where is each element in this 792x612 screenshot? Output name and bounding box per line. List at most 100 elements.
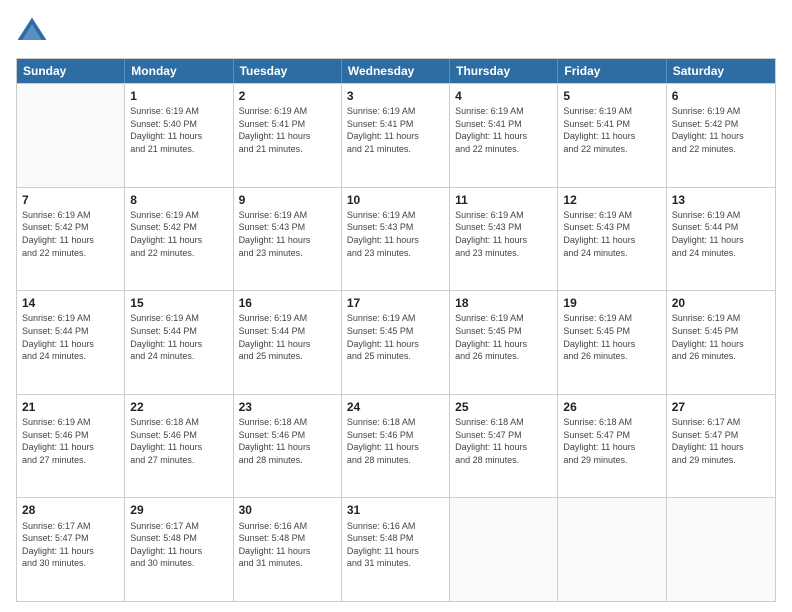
cell-info: Sunrise: 6:19 AMSunset: 5:46 PMDaylight:… <box>22 416 119 466</box>
calendar-cell <box>17 84 125 187</box>
calendar-cell: 20Sunrise: 6:19 AMSunset: 5:45 PMDayligh… <box>667 291 775 394</box>
cell-info: Sunrise: 6:19 AMSunset: 5:44 PMDaylight:… <box>672 209 770 259</box>
day-number: 3 <box>347 88 444 104</box>
calendar-body: 1Sunrise: 6:19 AMSunset: 5:40 PMDaylight… <box>17 83 775 601</box>
calendar-cell: 13Sunrise: 6:19 AMSunset: 5:44 PMDayligh… <box>667 188 775 291</box>
cell-info: Sunrise: 6:18 AMSunset: 5:46 PMDaylight:… <box>239 416 336 466</box>
calendar-cell <box>450 498 558 601</box>
day-number: 30 <box>239 502 336 518</box>
header-cell-monday: Monday <box>125 59 233 83</box>
calendar-cell: 3Sunrise: 6:19 AMSunset: 5:41 PMDaylight… <box>342 84 450 187</box>
calendar-row-3: 14Sunrise: 6:19 AMSunset: 5:44 PMDayligh… <box>17 290 775 394</box>
day-number: 14 <box>22 295 119 311</box>
calendar-cell: 8Sunrise: 6:19 AMSunset: 5:42 PMDaylight… <box>125 188 233 291</box>
day-number: 7 <box>22 192 119 208</box>
day-number: 26 <box>563 399 660 415</box>
cell-info: Sunrise: 6:19 AMSunset: 5:44 PMDaylight:… <box>22 312 119 362</box>
cell-info: Sunrise: 6:17 AMSunset: 5:48 PMDaylight:… <box>130 520 227 570</box>
day-number: 31 <box>347 502 444 518</box>
calendar-cell: 28Sunrise: 6:17 AMSunset: 5:47 PMDayligh… <box>17 498 125 601</box>
calendar-cell: 22Sunrise: 6:18 AMSunset: 5:46 PMDayligh… <box>125 395 233 498</box>
cell-info: Sunrise: 6:19 AMSunset: 5:41 PMDaylight:… <box>563 105 660 155</box>
day-number: 18 <box>455 295 552 311</box>
cell-info: Sunrise: 6:19 AMSunset: 5:45 PMDaylight:… <box>563 312 660 362</box>
calendar-cell: 29 Sunrise: 6:17 AMSunset: 5:48 PMDayligh… <box>125 498 233 601</box>
day-number: 24 <box>347 399 444 415</box>
calendar-row-1: 1Sunrise: 6:19 AMSunset: 5:40 PMDaylight… <box>17 83 775 187</box>
calendar-cell: 19Sunrise: 6:19 AMSunset: 5:45 PMDayligh… <box>558 291 666 394</box>
cell-info: Sunrise: 6:19 AMSunset: 5:44 PMDaylight:… <box>130 312 227 362</box>
calendar-cell: 15Sunrise: 6:19 AMSunset: 5:44 PMDayligh… <box>125 291 233 394</box>
calendar-cell: 24Sunrise: 6:18 AMSunset: 5:46 PMDayligh… <box>342 395 450 498</box>
day-number: 2 <box>239 88 336 104</box>
calendar-cell: 9Sunrise: 6:19 AMSunset: 5:43 PMDaylight… <box>234 188 342 291</box>
cell-info: Sunrise: 6:19 AMSunset: 5:43 PMDaylight:… <box>563 209 660 259</box>
calendar-cell: 1Sunrise: 6:19 AMSunset: 5:40 PMDaylight… <box>125 84 233 187</box>
calendar-cell: 4Sunrise: 6:19 AMSunset: 5:41 PMDaylight… <box>450 84 558 187</box>
calendar-cell: 7Sunrise: 6:19 AMSunset: 5:42 PMDaylight… <box>17 188 125 291</box>
day-number: 5 <box>563 88 660 104</box>
calendar-cell: 26Sunrise: 6:18 AMSunset: 5:47 PMDayligh… <box>558 395 666 498</box>
day-number: 19 <box>563 295 660 311</box>
day-number: 20 <box>672 295 770 311</box>
calendar-cell: 12Sunrise: 6:19 AMSunset: 5:43 PMDayligh… <box>558 188 666 291</box>
day-number: 12 <box>563 192 660 208</box>
calendar: SundayMondayTuesdayWednesdayThursdayFrid… <box>16 58 776 602</box>
header-cell-sunday: Sunday <box>17 59 125 83</box>
calendar-row-4: 21Sunrise: 6:19 AMSunset: 5:46 PMDayligh… <box>17 394 775 498</box>
day-number: 21 <box>22 399 119 415</box>
cell-info: Sunrise: 6:19 AMSunset: 5:42 PMDaylight:… <box>672 105 770 155</box>
header-cell-tuesday: Tuesday <box>234 59 342 83</box>
day-number: 15 <box>130 295 227 311</box>
calendar-cell: 31 Sunrise: 6:16 AMSunset: 5:48 PMDayligh… <box>342 498 450 601</box>
cell-info: Sunrise: 6:19 AMSunset: 5:40 PMDaylight:… <box>130 105 227 155</box>
day-number: 25 <box>455 399 552 415</box>
cell-info: Sunrise: 6:19 AMSunset: 5:45 PMDaylight:… <box>347 312 444 362</box>
header <box>16 16 776 48</box>
cell-info: Sunrise: 6:19 AMSunset: 5:43 PMDaylight:… <box>347 209 444 259</box>
day-number: 23 <box>239 399 336 415</box>
calendar-header: SundayMondayTuesdayWednesdayThursdayFrid… <box>17 59 775 83</box>
cell-info: Sunrise: 6:18 AMSunset: 5:46 PMDaylight:… <box>130 416 227 466</box>
header-cell-wednesday: Wednesday <box>342 59 450 83</box>
day-number: 16 <box>239 295 336 311</box>
calendar-cell: 23Sunrise: 6:18 AMSunset: 5:46 PMDayligh… <box>234 395 342 498</box>
header-cell-saturday: Saturday <box>667 59 775 83</box>
cell-info: Sunrise: 6:19 AMSunset: 5:45 PMDaylight:… <box>672 312 770 362</box>
day-number: 13 <box>672 192 770 208</box>
day-number: 6 <box>672 88 770 104</box>
cell-info: Sunrise: 6:19 AMSunset: 5:43 PMDaylight:… <box>239 209 336 259</box>
calendar-cell: 18Sunrise: 6:19 AMSunset: 5:45 PMDayligh… <box>450 291 558 394</box>
calendar-cell: 27Sunrise: 6:17 AMSunset: 5:47 PMDayligh… <box>667 395 775 498</box>
calendar-cell: 25Sunrise: 6:18 AMSunset: 5:47 PMDayligh… <box>450 395 558 498</box>
calendar-cell: 5Sunrise: 6:19 AMSunset: 5:41 PMDaylight… <box>558 84 666 187</box>
cell-info: Sunrise: 6:18 AMSunset: 5:47 PMDaylight:… <box>563 416 660 466</box>
cell-info: Sunrise: 6:19 AMSunset: 5:41 PMDaylight:… <box>239 105 336 155</box>
calendar-cell: 21Sunrise: 6:19 AMSunset: 5:46 PMDayligh… <box>17 395 125 498</box>
day-number: 11 <box>455 192 552 208</box>
calendar-cell: 17Sunrise: 6:19 AMSunset: 5:45 PMDayligh… <box>342 291 450 394</box>
page: SundayMondayTuesdayWednesdayThursdayFrid… <box>0 0 792 612</box>
cell-info: Sunrise: 6:19 AMSunset: 5:45 PMDaylight:… <box>455 312 552 362</box>
header-cell-friday: Friday <box>558 59 666 83</box>
calendar-row-2: 7 Sunrise: 6:19 AMSunset: 5:42 PMDaylight… <box>17 187 775 291</box>
calendar-cell <box>667 498 775 601</box>
calendar-cell: 2Sunrise: 6:19 AMSunset: 5:41 PMDaylight… <box>234 84 342 187</box>
cell-info: Sunrise: 6:17 AMSunset: 5:47 PMDaylight:… <box>22 520 119 570</box>
cell-info: Sunrise: 6:18 AMSunset: 5:47 PMDaylight:… <box>455 416 552 466</box>
day-number: 29 <box>130 502 227 518</box>
calendar-cell: 11Sunrise: 6:19 AMSunset: 5:43 PMDayligh… <box>450 188 558 291</box>
cell-info: Sunrise: 6:19 AMSunset: 5:42 PMDaylight:… <box>130 209 227 259</box>
calendar-cell: 16Sunrise: 6:19 AMSunset: 5:44 PMDayligh… <box>234 291 342 394</box>
cell-info: Sunrise: 6:19 AMSunset: 5:44 PMDaylight:… <box>239 312 336 362</box>
cell-info: Sunrise: 6:16 AMSunset: 5:48 PMDaylight:… <box>347 520 444 570</box>
cell-info: Sunrise: 6:19 AMSunset: 5:43 PMDaylight:… <box>455 209 552 259</box>
day-number: 22 <box>130 399 227 415</box>
calendar-cell: 6Sunrise: 6:19 AMSunset: 5:42 PMDaylight… <box>667 84 775 187</box>
day-number: 9 <box>239 192 336 208</box>
day-number: 27 <box>672 399 770 415</box>
day-number: 4 <box>455 88 552 104</box>
day-number: 10 <box>347 192 444 208</box>
cell-info: Sunrise: 6:19 AMSunset: 5:41 PMDaylight:… <box>347 105 444 155</box>
cell-info: Sunrise: 6:17 AMSunset: 5:47 PMDaylight:… <box>672 416 770 466</box>
